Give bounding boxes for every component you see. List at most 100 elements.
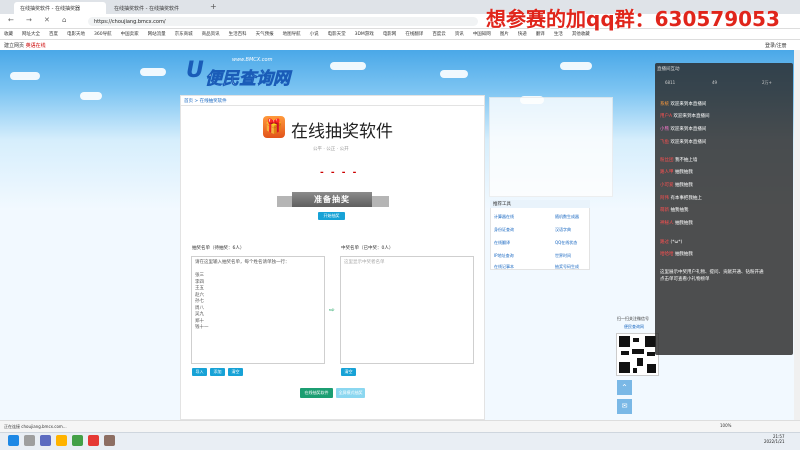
cloud <box>560 62 592 70</box>
sub-left-link[interactable]: 建立网页 <box>4 43 24 49</box>
cloud <box>330 62 366 70</box>
chat-header: 直播间互动 <box>657 67 680 72</box>
bookmark-item[interactable]: 在线翻译 <box>405 31 423 37</box>
qr-code <box>616 333 659 376</box>
app-icon[interactable] <box>104 435 115 446</box>
tool-link[interactable]: 身份证查询 <box>494 227 514 233</box>
tab-2[interactable]: 在线抽奖软件 - 在线抽奖软件 <box>108 2 208 14</box>
bookmark-item[interactable]: 小说 <box>310 31 319 37</box>
bookmark-item[interactable]: 电影网 <box>383 31 397 37</box>
import-button[interactable]: 导入 <box>192 368 207 376</box>
bookmark-item[interactable]: 360导航 <box>94 31 112 37</box>
tab-1[interactable]: 在线抽奖软件 - 在线抽奖器 <box>14 2 106 14</box>
names-textarea[interactable]: 请在这里输入抽奖名单，每个姓名请单独一行： 张三 李四 王五 赵六 孙七 周八 … <box>191 256 325 364</box>
bookmark-item[interactable]: 3DM游戏 <box>355 31 374 37</box>
bookmark-item[interactable]: 天气预报 <box>256 31 274 37</box>
tab-1-label: 在线抽奖软件 - 在线抽奖器 <box>20 6 80 12</box>
page-meta: 公平 · 公正 · 公开 <box>313 147 349 152</box>
start-draw-button[interactable]: 开始抽奖 <box>318 212 345 220</box>
app-icon[interactable] <box>88 435 99 446</box>
zoom-level[interactable]: 100% <box>720 423 731 428</box>
add-button[interactable]: 添加 <box>210 368 225 376</box>
search-icon[interactable] <box>24 435 35 446</box>
chat-stat: 2万+ <box>762 80 772 85</box>
breadcrumb-home[interactable]: 首页 <box>184 99 193 104</box>
bookmark-item[interactable]: 电影天地 <box>67 31 85 37</box>
bookmark-item[interactable]: 百度云 <box>432 31 446 37</box>
bookmark-item[interactable]: 京东商城 <box>175 31 193 37</box>
feedback-button[interactable]: ✉ <box>617 399 632 414</box>
forward-icon[interactable]: → <box>26 16 32 24</box>
clear-right-button[interactable]: 清空 <box>341 368 356 376</box>
taskbar <box>0 432 800 450</box>
bookmark-item[interactable]: 收藏 <box>4 31 13 37</box>
new-tab-button[interactable]: + <box>210 2 217 11</box>
fullscreen-button[interactable]: 全屏模式抽奖 <box>336 388 365 398</box>
qr-title: 扫一扫关注微信号 <box>617 316 649 321</box>
sidebar-panel <box>489 97 613 197</box>
chat-stat: 49 <box>712 80 718 85</box>
bookmark-item[interactable]: 中国卖家 <box>121 31 139 37</box>
qr-module <box>647 352 655 356</box>
bookmark-item[interactable]: 生活百科 <box>229 31 247 37</box>
chat-message: 哈哈哈 抽我抽我 <box>660 252 693 257</box>
qr-module <box>637 358 643 366</box>
browser-icon[interactable] <box>72 435 83 446</box>
bookmark-item[interactable]: 网址大全 <box>22 31 40 37</box>
login-link[interactable]: 登录/注册 <box>765 42 787 49</box>
tool-link[interactable]: 在线翻译 <box>494 240 510 246</box>
bookmark-item[interactable]: 资讯 <box>455 31 464 37</box>
qr-module <box>633 368 637 373</box>
tool-link[interactable]: 随机数生成器 <box>555 214 579 220</box>
clear-left-button[interactable]: 清空 <box>228 368 243 376</box>
winners-textarea[interactable]: 这里显示中奖者名单 <box>340 256 474 364</box>
chat-message: 萌新 抽我抽我 <box>660 208 689 213</box>
logo-brand[interactable]: 便民查询网 <box>205 64 291 90</box>
tool-link[interactable]: QQ在线状态 <box>555 240 577 246</box>
tool-link[interactable]: 计算器在线 <box>494 214 514 220</box>
scrollbar[interactable] <box>794 50 800 420</box>
breadcrumb-sep: > <box>193 99 200 104</box>
chat-message: 阿伟 有本事把我抽上 <box>660 196 702 201</box>
chat-message: 路过 (*ω*) <box>660 240 683 245</box>
logo-url: www.BMCX.com <box>232 57 273 63</box>
tool-link[interactable]: 在线记事本 <box>494 264 514 270</box>
confirm-button[interactable]: 在线抽奖软件 <box>300 388 333 398</box>
back-icon[interactable]: ← <box>8 16 14 24</box>
bookmark-item[interactable]: 地图导航 <box>283 31 301 37</box>
explorer-icon[interactable] <box>56 435 67 446</box>
cloud <box>80 92 102 100</box>
bookmark-item[interactable]: 网站流量 <box>148 31 166 37</box>
qr-link[interactable]: 便民查询网 <box>624 324 644 330</box>
chat-notice: 这里展示中奖用户礼物、提问、贡献开通、钻粉开通 点击单可查看小礼物榜单 <box>660 270 764 282</box>
home-icon[interactable]: ⌂ <box>62 16 66 24</box>
qr-finder <box>619 336 630 347</box>
chat-message: 小熊 欢迎来到本直播间 <box>660 127 707 132</box>
clock-date: 2022/1/21 <box>764 439 785 444</box>
status-ribbon: 准备抽奖 <box>292 192 372 207</box>
sub-red-link[interactable]: 英语在线 <box>26 43 46 49</box>
sub-bar: 建立网页 英语在线 登录/注册 <box>0 40 800 50</box>
arrow-right-icon: ⇨ <box>329 306 335 314</box>
bookmark-item[interactable]: 百度 <box>49 31 58 37</box>
qr-module <box>621 351 629 355</box>
chat-message: 小可爱 抽我抽我 <box>660 183 693 188</box>
chat-message: 神秘人 抽我抽我 <box>660 221 693 226</box>
bookmark-item[interactable]: 商品资讯 <box>202 31 220 37</box>
qr-module <box>632 349 644 354</box>
back-to-top-button[interactable]: ⌃ <box>617 380 632 395</box>
breadcrumb-current[interactable]: 在线抽奖软件 <box>200 99 227 104</box>
bookmark-item[interactable]: 电影天堂 <box>328 31 346 37</box>
windows-start-icon[interactable] <box>8 435 19 446</box>
tool-link[interactable]: IP地址查询 <box>494 253 514 259</box>
reload-icon[interactable]: ✕ <box>44 16 50 24</box>
tool-link[interactable]: 世界时间 <box>555 253 571 259</box>
qr-finder <box>619 362 630 373</box>
clock: 21:57 2022/1/21 <box>764 434 785 444</box>
task-view-icon[interactable] <box>40 435 51 446</box>
tool-link[interactable]: 抽奖号码生成 <box>555 264 579 270</box>
tool-link[interactable]: 汉语字典 <box>555 227 571 233</box>
url-input[interactable]: https://choujiang.bmcx.com/ <box>88 17 478 26</box>
chat-message: 粉丝团 我不抽上墙 <box>660 158 698 163</box>
logo-icon[interactable]: U <box>186 58 204 88</box>
